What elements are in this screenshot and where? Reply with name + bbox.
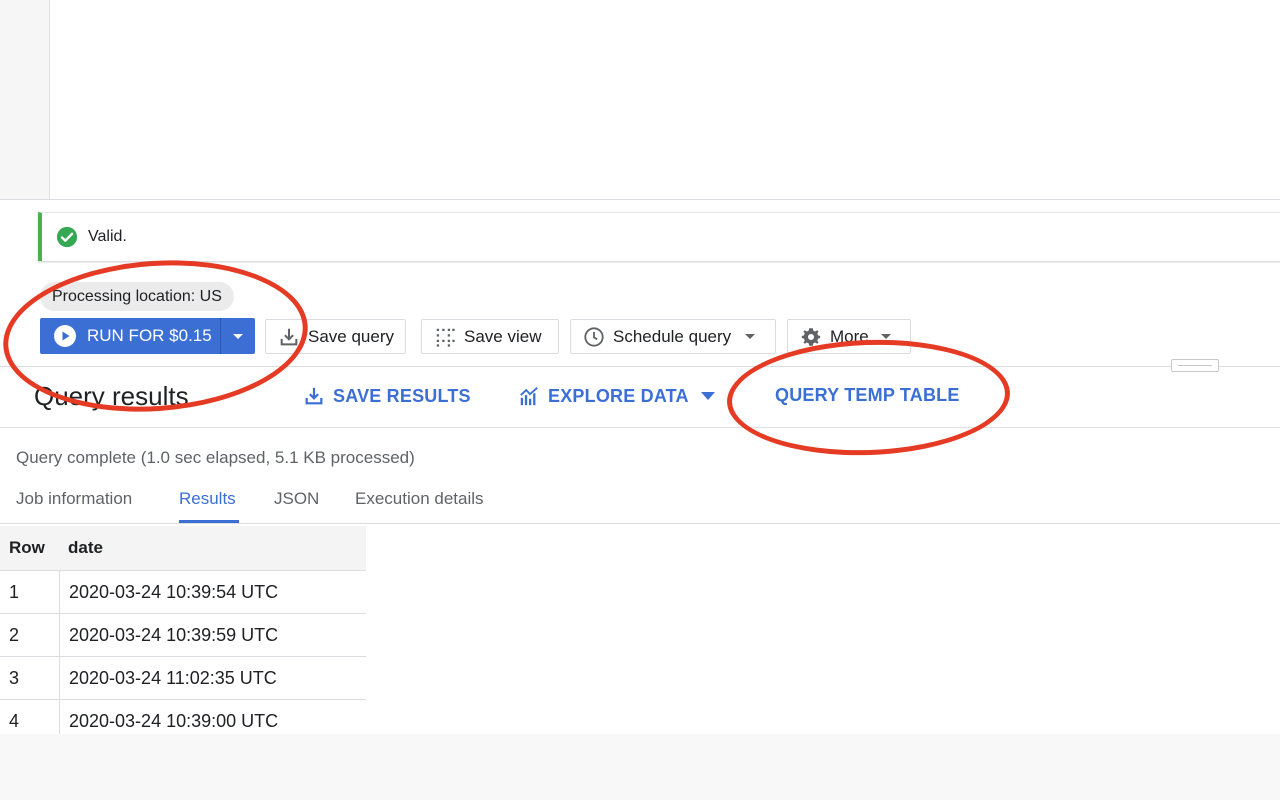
results-table: Row date 1 2020-03-24 10:39:54 UTC 2 202… (0, 526, 366, 743)
table-row: 2 2020-03-24 10:39:59 UTC (0, 614, 366, 657)
panel-divider (0, 366, 1280, 367)
tab-execution-details[interactable]: Execution details (355, 478, 484, 523)
date-cell: 2020-03-24 11:02:35 UTC (59, 657, 366, 699)
caret-down-icon (700, 392, 715, 400)
validation-text: Valid. (88, 228, 127, 245)
row-number-cell: 2 (9, 624, 20, 645)
explore-data-button[interactable]: EXPLORE DATA (518, 385, 715, 407)
table-row: 3 2020-03-24 11:02:35 UTC (0, 657, 366, 700)
results-tabs: Job information Results JSON Execution d… (0, 478, 1280, 524)
date-cell: 2020-03-24 10:39:59 UTC (59, 614, 366, 656)
save-view-button[interactable]: Save view (421, 319, 559, 354)
table-header: Row date (0, 526, 366, 571)
processing-location-chip[interactable]: Processing location: US (40, 282, 234, 311)
query-results-title: Query results (34, 381, 189, 411)
chart-icon (520, 387, 538, 406)
grid-icon (436, 328, 455, 347)
play-icon (54, 325, 76, 347)
download-icon (305, 387, 323, 405)
download-icon (280, 328, 298, 345)
query-temp-table-button[interactable]: QUERY TEMP TABLE (775, 385, 960, 406)
row-number-cell: 1 (9, 581, 20, 602)
query-temp-table-label: QUERY TEMP TABLE (775, 385, 960, 405)
date-cell: 2020-03-24 10:39:54 UTC (59, 571, 366, 613)
save-query-label: Save query (308, 326, 394, 346)
schedule-query-label: Schedule query (613, 326, 732, 346)
gear-icon (801, 327, 821, 346)
save-results-button[interactable]: SAVE RESULTS (303, 385, 471, 407)
column-header-row: Row (9, 538, 45, 557)
caret-down-icon (233, 333, 243, 339)
save-results-label: SAVE RESULTS (333, 385, 471, 406)
tab-job-information[interactable]: Job information (16, 478, 132, 523)
caret-down-icon (745, 334, 756, 339)
results-header-divider (0, 427, 1280, 428)
column-header-date: date (68, 538, 103, 557)
query-status-text: Query complete (1.0 sec elapsed, 5.1 KB … (16, 448, 415, 467)
more-label: More (830, 326, 869, 346)
query-editor[interactable] (0, 0, 1280, 200)
row-number-cell: 3 (9, 667, 20, 688)
tab-results[interactable]: Results (179, 478, 239, 523)
caret-down-icon (880, 334, 891, 339)
table-row: 1 2020-03-24 10:39:54 UTC (0, 571, 366, 614)
save-view-label: Save view (464, 326, 542, 346)
schedule-query-button[interactable]: Schedule query (570, 319, 776, 354)
tab-json[interactable]: JSON (274, 478, 319, 523)
resize-handle[interactable] (1171, 359, 1219, 372)
run-button-label: RUN FOR $0.15 (87, 326, 212, 345)
editor-gutter (0, 0, 50, 199)
explore-data-label: EXPLORE DATA (548, 385, 689, 406)
validation-bar: Valid. (38, 212, 1280, 261)
save-query-button[interactable]: Save query (265, 319, 406, 354)
more-button[interactable]: More (787, 319, 911, 354)
run-options-dropdown[interactable] (221, 318, 255, 354)
run-button[interactable]: RUN FOR $0.15 (40, 318, 255, 354)
check-circle-icon (56, 226, 78, 248)
bottom-panel (0, 734, 1280, 800)
clock-icon (584, 326, 604, 347)
